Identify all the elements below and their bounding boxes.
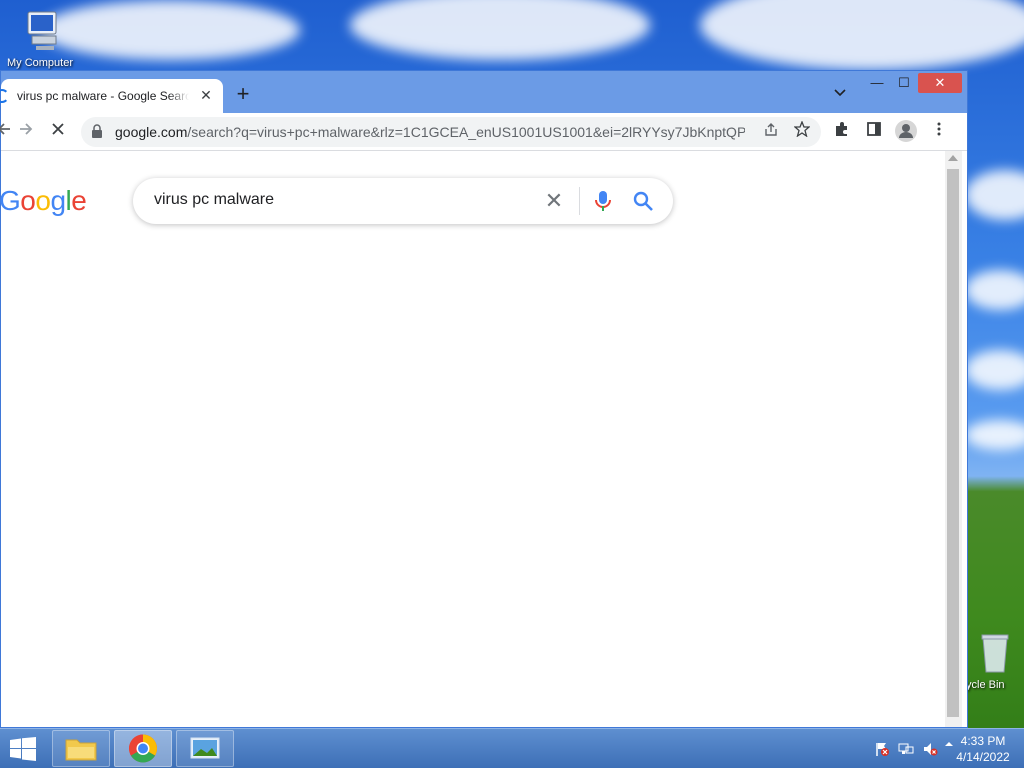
- logo-letter: o: [20, 185, 36, 216]
- tab-search-chevron-icon[interactable]: [831, 86, 849, 104]
- search-icon[interactable]: [632, 190, 654, 212]
- browser-window: virus pc malware - Google Search ✕ + — ☐…: [0, 70, 968, 728]
- taskbar-chrome[interactable]: [114, 730, 172, 767]
- side-panel-icon[interactable]: [863, 121, 885, 143]
- desktop-icon-my-computer[interactable]: My Computer: [0, 8, 80, 69]
- profile-avatar[interactable]: [895, 120, 917, 142]
- taskbar-clock[interactable]: 4:33 PM 4/14/2022: [948, 733, 1018, 765]
- desktop-icon-label: ycle Bin: [966, 679, 1005, 691]
- url-host: google.com: [115, 124, 188, 140]
- clear-search-icon[interactable]: ✕: [542, 189, 566, 213]
- menu-kebab-icon[interactable]: [928, 121, 950, 143]
- google-logo[interactable]: Google: [0, 185, 87, 217]
- scroll-up-arrow-icon[interactable]: [948, 155, 958, 161]
- microphone-icon[interactable]: [593, 190, 613, 212]
- search-box[interactable]: virus pc malware ✕: [133, 178, 673, 224]
- vertical-scrollbar[interactable]: [945, 151, 962, 727]
- logo-letter: G: [0, 185, 21, 216]
- new-tab-button[interactable]: +: [232, 83, 254, 106]
- tab-active[interactable]: virus pc malware - Google Search ✕: [0, 79, 223, 113]
- desktop-icon-label: My Computer: [6, 57, 74, 69]
- taskbar-file-explorer[interactable]: [52, 730, 110, 767]
- tab-close-icon[interactable]: ✕: [197, 86, 215, 104]
- address-url[interactable]: google.com/search?q=virus+pc+malware&rlz…: [115, 124, 745, 140]
- share-icon[interactable]: [761, 122, 781, 142]
- url-path: /search?q=virus+pc+malware&rlz=1C1GCEA_e…: [187, 124, 745, 140]
- forward-arrow-icon[interactable]: [15, 121, 37, 143]
- start-button[interactable]: [8, 737, 38, 761]
- window-minimize-button[interactable]: —: [865, 73, 889, 93]
- clock-date: 4/14/2022: [956, 750, 1010, 764]
- search-input[interactable]: virus pc malware: [154, 191, 274, 209]
- tab-title: virus pc malware - Google Search: [17, 89, 189, 103]
- action-center-flag-icon[interactable]: [874, 741, 890, 757]
- recycle-bin-icon: [981, 634, 1009, 673]
- taskbar: 4:33 PM 4/14/2022: [0, 728, 1024, 768]
- picture-icon: [190, 737, 220, 759]
- logo-letter: e: [71, 185, 87, 216]
- back-arrow-icon[interactable]: [0, 121, 15, 143]
- window-close-button[interactable]: ✕: [918, 73, 962, 93]
- taskbar-image-viewer[interactable]: [176, 730, 234, 767]
- page-content: Google virus pc malware ✕: [0, 151, 945, 727]
- window-maximize-button[interactable]: ☐: [891, 73, 917, 93]
- windows-logo-icon: [10, 737, 36, 761]
- clock-time: 4:33 PM: [960, 734, 1006, 748]
- extensions-puzzle-icon[interactable]: [831, 121, 853, 143]
- logo-letter: g: [50, 185, 66, 216]
- bookmark-star-icon[interactable]: [792, 120, 812, 141]
- chrome-icon: [129, 734, 157, 763]
- computer-icon: [27, 11, 57, 50]
- network-icon[interactable]: [898, 741, 914, 757]
- lock-icon[interactable]: [91, 124, 103, 138]
- folder-icon: [65, 739, 97, 761]
- browser-toolbar: google.com/search?q=virus+pc+malware&rlz…: [0, 113, 967, 151]
- logo-letter: o: [35, 185, 51, 216]
- loading-spinner-icon: [0, 89, 9, 103]
- address-bar[interactable]: google.com/search?q=virus+pc+malware&rlz…: [81, 117, 821, 147]
- tab-strip: virus pc malware - Google Search ✕ + — ☐…: [0, 71, 967, 113]
- stop-loading-icon[interactable]: [47, 121, 69, 143]
- scrollbar-thumb[interactable]: [947, 169, 959, 717]
- desktop-icon-recycle-bin[interactable]: ycle Bin: [966, 632, 1024, 691]
- search-divider: [579, 187, 580, 215]
- volume-muted-icon[interactable]: [922, 741, 938, 757]
